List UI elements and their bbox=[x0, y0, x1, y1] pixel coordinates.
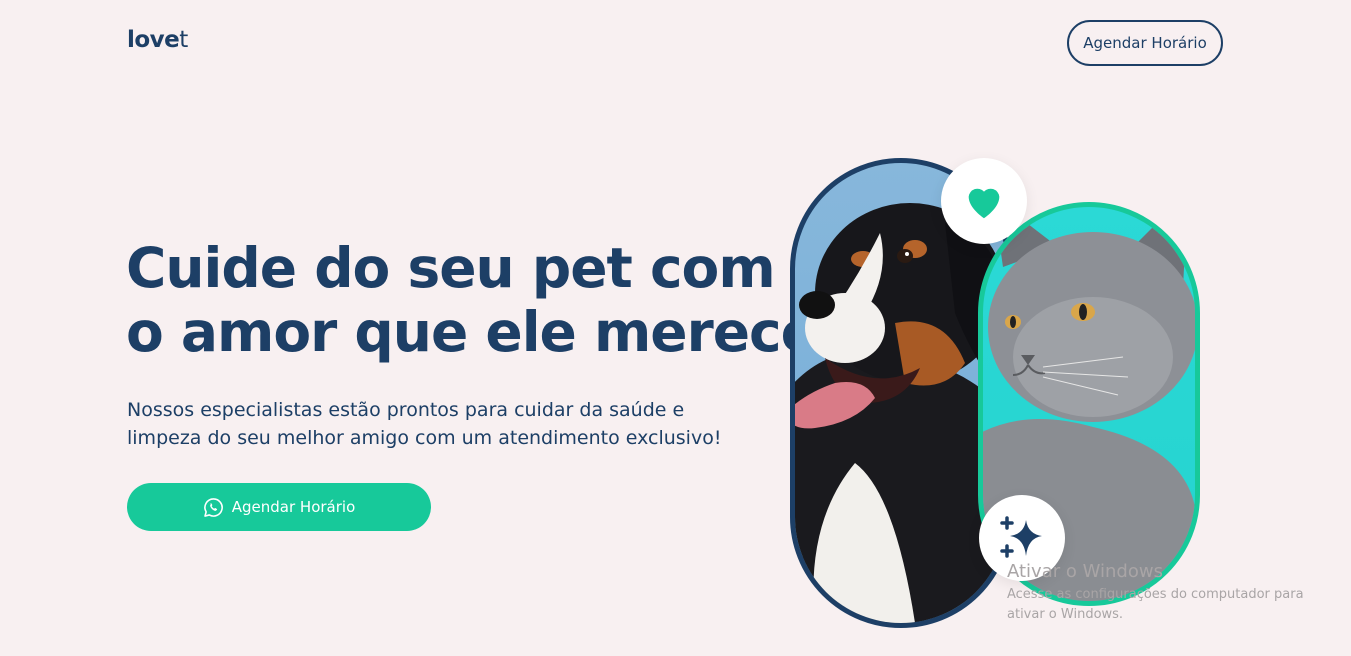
whatsapp-icon bbox=[203, 497, 224, 518]
hero-schedule-button-label: Agendar Horário bbox=[231, 498, 356, 516]
hero-subtitle: Nossos especialistas estão prontos para … bbox=[127, 396, 727, 452]
hero-subtitle-line-1: Nossos especialistas estão prontos para … bbox=[127, 399, 685, 421]
logo-tail: t bbox=[179, 27, 188, 53]
watermark-text: Acesse as configurações do computador pa… bbox=[1007, 585, 1327, 625]
landing-page: lovet Agendar Horário Cuide do seu pet c… bbox=[0, 0, 1351, 656]
watermark-title: Ativar o Windows bbox=[1007, 561, 1163, 582]
windows-activation-watermark: Ativar o Windows Acesse as configurações… bbox=[1007, 561, 1327, 625]
hero-schedule-button[interactable]: Agendar Horário bbox=[127, 483, 431, 531]
hero-subtitle-line-2: limpeza do seu melhor amigo com um atend… bbox=[127, 427, 722, 449]
watermark-text-line-1: Acesse as configurações do computador pa… bbox=[1007, 587, 1304, 602]
logo[interactable]: lovet bbox=[127, 27, 188, 53]
hero-title-line-2: o amor que ele merece bbox=[126, 300, 818, 364]
hero-title-line-1: Cuide do seu pet com bbox=[126, 236, 776, 300]
header-schedule-button[interactable]: Agendar Horário bbox=[1067, 20, 1223, 66]
heart-icon bbox=[968, 188, 1000, 219]
watermark-text-line-2: ativar o Windows. bbox=[1007, 607, 1124, 622]
logo-main: love bbox=[127, 27, 180, 53]
heart-badge bbox=[941, 158, 1027, 244]
sparkle-icon bbox=[1000, 516, 1042, 558]
hero-title: Cuide do seu pet com o amor que ele mere… bbox=[126, 236, 818, 364]
